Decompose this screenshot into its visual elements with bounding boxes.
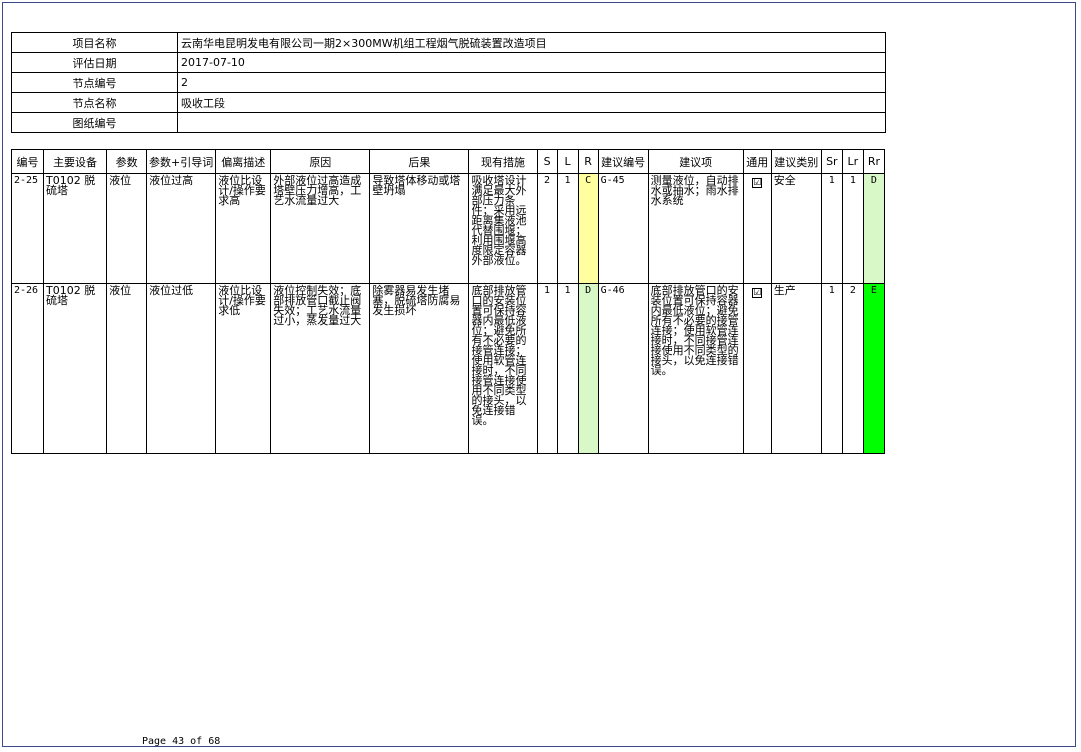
- cell-guideword: 液位过低: [146, 283, 217, 454]
- cell-recommendation: 底部排放管口的安装位置可保持容器内最低液位；避免所有不必要的接管连接；使用软管连…: [647, 283, 744, 454]
- cell-cause: 液位控制失效；底部排放管口截止阀失效；工艺水流量过小，蒸发量过大: [270, 283, 371, 454]
- cell-r: D: [577, 283, 599, 454]
- cell-equipment: T0102 脱硫塔: [43, 173, 108, 284]
- cell-s: 2: [536, 173, 558, 284]
- info-label: 项目名称: [11, 32, 178, 53]
- cell-lr: 2: [841, 283, 864, 454]
- info-row: 图纸编号: [11, 112, 886, 133]
- col-header: L: [556, 149, 579, 174]
- general-checkbox[interactable]: ☑: [752, 178, 763, 188]
- cell-sr: 1: [820, 283, 843, 454]
- cell-param: 液位: [106, 283, 148, 454]
- cell-id: 2-26: [10, 283, 45, 454]
- col-header: Sr: [820, 149, 843, 174]
- info-value: [177, 112, 886, 133]
- info-label: 节点名称: [11, 92, 178, 113]
- info-row: 节点名称 吸收工段: [11, 92, 886, 113]
- cell-rr: E: [862, 283, 886, 454]
- info-row: 评估日期 2017-07-10: [11, 52, 886, 73]
- col-header: 现有措施: [468, 149, 538, 174]
- col-header: 主要设备: [43, 149, 108, 174]
- info-label: 图纸编号: [11, 112, 178, 133]
- cell-lr: 1: [841, 173, 864, 284]
- cell-sr: 1: [820, 173, 843, 284]
- col-header: 原因: [270, 149, 371, 174]
- cell-general: ☑: [742, 173, 772, 284]
- info-value: 2017-07-10: [177, 52, 886, 73]
- cell-category: 生产: [770, 283, 822, 454]
- info-row: 节点编号 2: [11, 72, 886, 93]
- col-header: S: [536, 149, 558, 174]
- cell-category: 安全: [770, 173, 822, 284]
- cell-consequence: 除雾器易发生堵塞，脱硫塔防腐易发生损坏: [369, 283, 470, 454]
- col-header: 编号: [10, 149, 45, 174]
- col-header: 建议项: [647, 149, 744, 174]
- col-header: Lr: [841, 149, 864, 174]
- cell-measures: 底部排放管口的安装位置可保持容器内最低液位；避免所有不必要的接管连接；使用软管连…: [468, 283, 538, 454]
- table-row: 2-25 T0102 脱硫塔 液位 液位过高 液位比设计/操作要求高 外部液位过…: [10, 173, 886, 284]
- table-row: 2-26 T0102 脱硫塔 液位 液位过低 液位比设计/操作要求低 液位控制失…: [10, 283, 886, 454]
- cell-l: 1: [556, 283, 579, 454]
- info-label: 节点编号: [11, 72, 178, 93]
- info-value: 云南华电昆明发电有限公司一期2×300MW机组工程烟气脱硫装置改造项目: [177, 32, 886, 53]
- cell-s: 1: [536, 283, 558, 454]
- cell-deviation: 液位比设计/操作要求低: [215, 283, 272, 454]
- cell-rec-id: G-45: [597, 173, 649, 284]
- hazop-table: 编号 主要设备 参数 参数+引导词 偏离描述 原因 后果 现有措施 S L R …: [10, 149, 886, 454]
- cell-recommendation: 测量液位，自动排水或抽水；雨水排水系统: [647, 173, 744, 284]
- cell-general: ☑: [742, 283, 772, 454]
- cell-equipment: T0102 脱硫塔: [43, 283, 108, 454]
- info-value: 吸收工段: [177, 92, 886, 113]
- header-row: 编号 主要设备 参数 参数+引导词 偏离描述 原因 后果 现有措施 S L R …: [10, 149, 886, 174]
- col-header: 建议类别: [770, 149, 822, 174]
- col-header: R: [577, 149, 599, 174]
- page-number: Page 43 of 68: [142, 736, 221, 747]
- info-value: 2: [177, 72, 886, 93]
- cell-rr: D: [862, 173, 886, 284]
- col-header: 参数: [106, 149, 148, 174]
- general-checkbox[interactable]: ☑: [752, 288, 763, 298]
- cell-r: C: [577, 173, 599, 284]
- cell-rec-id: G-46: [597, 283, 649, 454]
- cell-l: 1: [556, 173, 579, 284]
- col-header: Rr: [862, 149, 886, 174]
- info-label: 评估日期: [11, 52, 178, 73]
- col-header: 建议编号: [597, 149, 649, 174]
- col-header: 参数+引导词: [146, 149, 217, 174]
- project-info-table: 项目名称 云南华电昆明发电有限公司一期2×300MW机组工程烟气脱硫装置改造项目…: [11, 32, 886, 133]
- col-header: 后果: [369, 149, 470, 174]
- cell-consequence: 导致塔体移动或塔壁坍塌: [369, 173, 470, 284]
- cell-deviation: 液位比设计/操作要求高: [215, 173, 272, 284]
- info-row: 项目名称 云南华电昆明发电有限公司一期2×300MW机组工程烟气脱硫装置改造项目: [11, 32, 886, 53]
- cell-measures: 吸收塔设计满足最大外部压力条件；采用远距离集液池代替围堰；利用围堰高度限定容器外…: [468, 173, 538, 284]
- col-header: 通用: [742, 149, 772, 174]
- cell-guideword: 液位过高: [146, 173, 217, 284]
- cell-id: 2-25: [10, 173, 45, 284]
- cell-cause: 外部液位过高造成塔壁压力增高，工艺水流量过大: [270, 173, 371, 284]
- col-header: 偏离描述: [215, 149, 272, 174]
- cell-param: 液位: [106, 173, 148, 284]
